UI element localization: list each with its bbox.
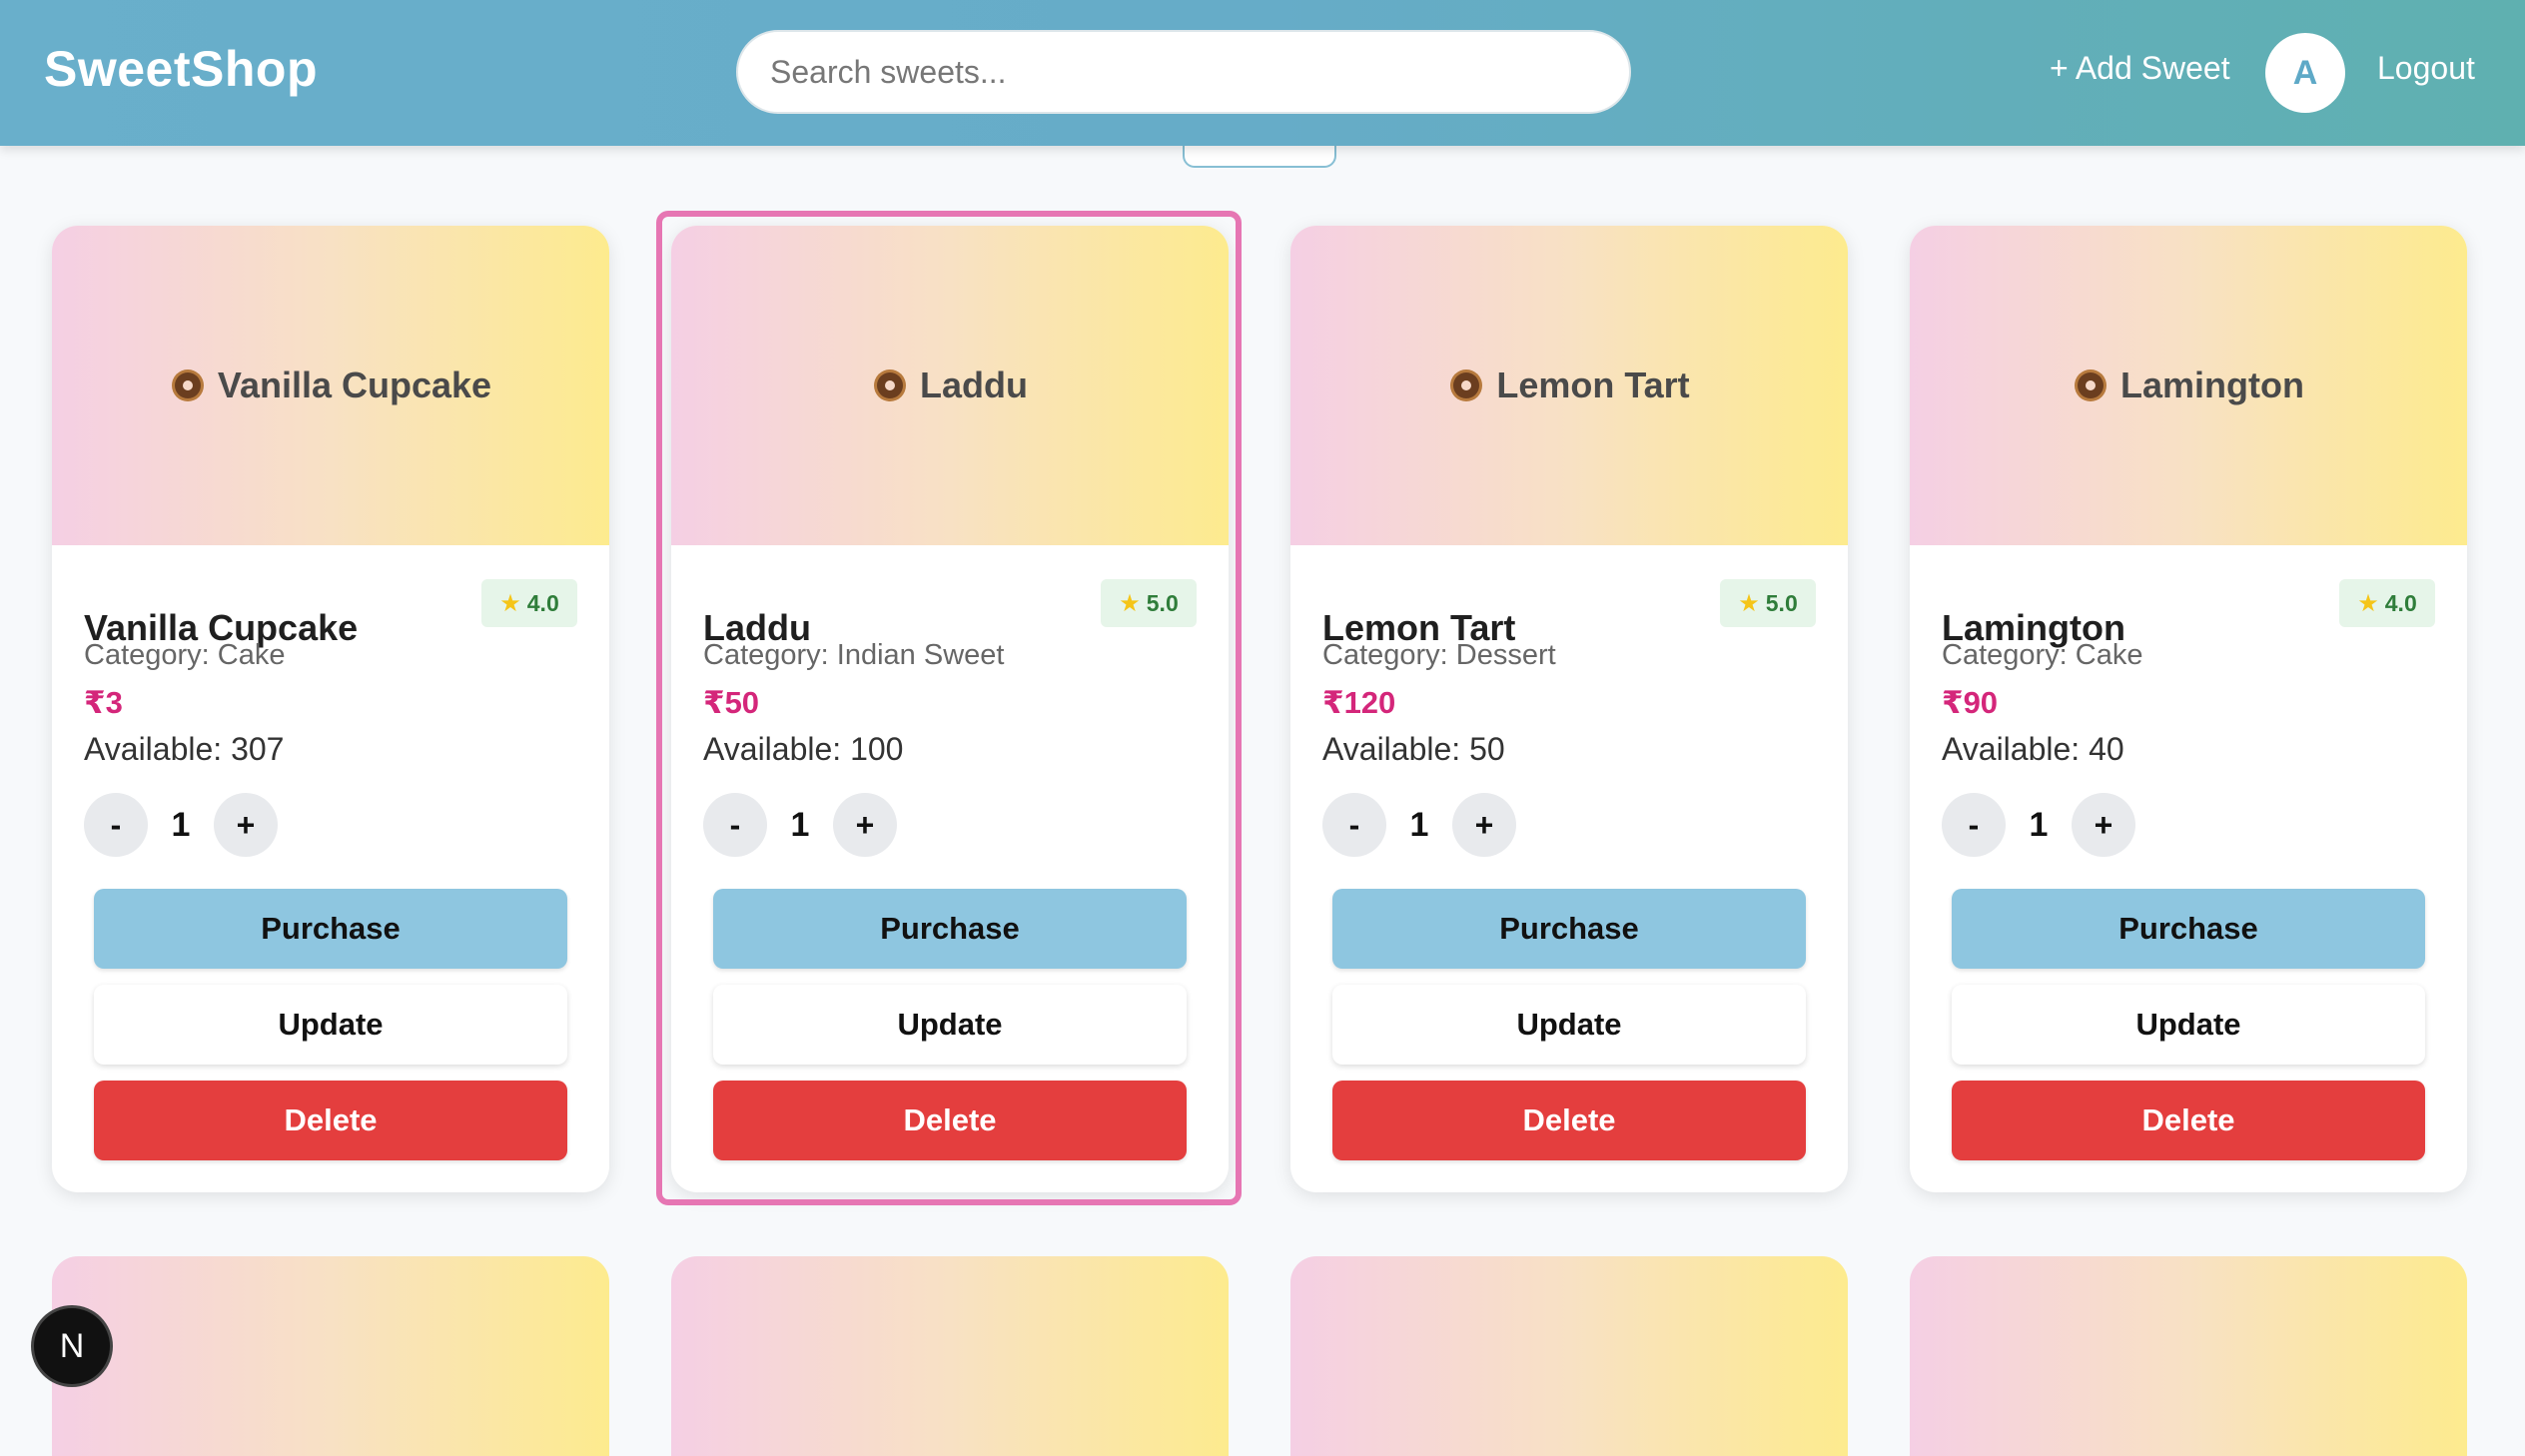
add-sweet-button[interactable]: + Add Sweet [2050,50,2230,87]
rating-value: 5.0 [1146,589,1179,616]
purchase-button[interactable]: Purchase [1952,889,2425,969]
sweet-card: Lamington Lamington ★ 4.0 Category: Cake … [1910,226,2467,1192]
brand-logo[interactable]: SweetShop [44,40,318,98]
quantity-decrease-button[interactable]: - [1942,793,2006,857]
quantity-decrease-button[interactable]: - [84,793,148,857]
star-icon: ★ [2357,589,2379,617]
star-icon: ★ [1119,589,1141,617]
card-available: Available: 40 [1942,731,2124,767]
quantity-increase-button[interactable]: + [833,793,897,857]
card-banner: Laddu [671,226,1229,545]
card-price: ₹50 [703,685,760,720]
card-banner: Lemon Tart [1290,226,1848,545]
logout-button[interactable]: Logout [2377,50,2475,87]
donut-icon [2073,367,2108,403]
card-available: Available: 100 [703,731,904,767]
sweet-card: Lemon Tart Lemon Tart ★ 5.0 Category: Des… [1290,226,1848,1192]
rating-value: 5.0 [1765,589,1798,616]
sweet-card: Laddu Laddu ★ 5.0 Category: Indian Sweet … [671,226,1229,1192]
card-banner: Lamington [1910,226,2467,545]
card-available: Available: 307 [84,731,285,767]
rating-value: 4.0 [2384,589,2417,616]
donut-icon [170,367,206,403]
purchase-button[interactable]: Purchase [713,889,1187,969]
quantity-value: 1 [171,805,191,844]
card-category: Category: Indian Sweet [703,639,1005,671]
donut-icon [1448,367,1484,403]
rating-badge: ★ 5.0 [1720,579,1816,627]
rating-badge: ★ 5.0 [1101,579,1197,627]
search-input[interactable] [736,30,1631,114]
card-banner: Vanilla Cupcake [52,226,609,545]
star-icon: ★ [1738,589,1760,617]
card-banner-title: Lemon Tart [1496,364,1690,405]
donut-icon [872,367,908,403]
rating-badge: ★ 4.0 [2339,579,2435,627]
quantity-decrease-button[interactable]: - [1322,793,1386,857]
quantity-value: 1 [790,805,810,844]
card-available: Available: 50 [1322,731,1505,767]
rating-value: 4.0 [526,589,559,616]
sweet-card-banner-partial [52,1256,609,1456]
top-navbar: SweetShop + Add Sweet A Logout [0,0,2525,146]
sweet-card: Vanilla Cupcake Vanilla Cupcake ★ 4.0 Cat… [52,226,609,1192]
update-button[interactable]: Update [94,985,567,1065]
quantity-decrease-button[interactable]: - [703,793,767,857]
sweet-card-banner-partial [1290,1256,1848,1456]
quantity-value: 1 [1409,805,1429,844]
update-button[interactable]: Update [713,985,1187,1065]
card-price: ₹120 [1322,685,1396,720]
sweet-card-banner-partial [671,1256,1229,1456]
delete-button[interactable]: Delete [713,1081,1187,1160]
delete-button[interactable]: Delete [94,1081,567,1160]
quantity-increase-button[interactable]: + [2072,793,2135,857]
card-banner-title: Vanilla Cupcake [217,364,492,405]
purchase-button[interactable]: Purchase [94,889,567,969]
card-banner-title: Laddu [920,364,1028,405]
update-button[interactable]: Update [1332,985,1806,1065]
card-category: Category: Dessert [1322,639,1556,671]
card-price: ₹3 [84,685,123,720]
delete-button[interactable]: Delete [1332,1081,1806,1160]
rating-badge: ★ 4.0 [481,579,577,627]
update-button[interactable]: Update [1952,985,2425,1065]
star-icon: ★ [499,589,521,617]
card-price: ₹90 [1942,685,1999,720]
quantity-increase-button[interactable]: + [214,793,278,857]
sweet-card-banner-partial [1910,1256,2467,1456]
card-category: Category: Cake [84,639,286,671]
avatar[interactable]: A [2265,33,2345,113]
card-banner-title: Lamington [2120,364,2304,405]
quantity-increase-button[interactable]: + [1452,793,1516,857]
card-category: Category: Cake [1942,639,2143,671]
devtools-badge-icon[interactable]: N [34,1308,110,1384]
quantity-value: 1 [2029,805,2049,844]
purchase-button[interactable]: Purchase [1332,889,1806,969]
delete-button[interactable]: Delete [1952,1081,2425,1160]
